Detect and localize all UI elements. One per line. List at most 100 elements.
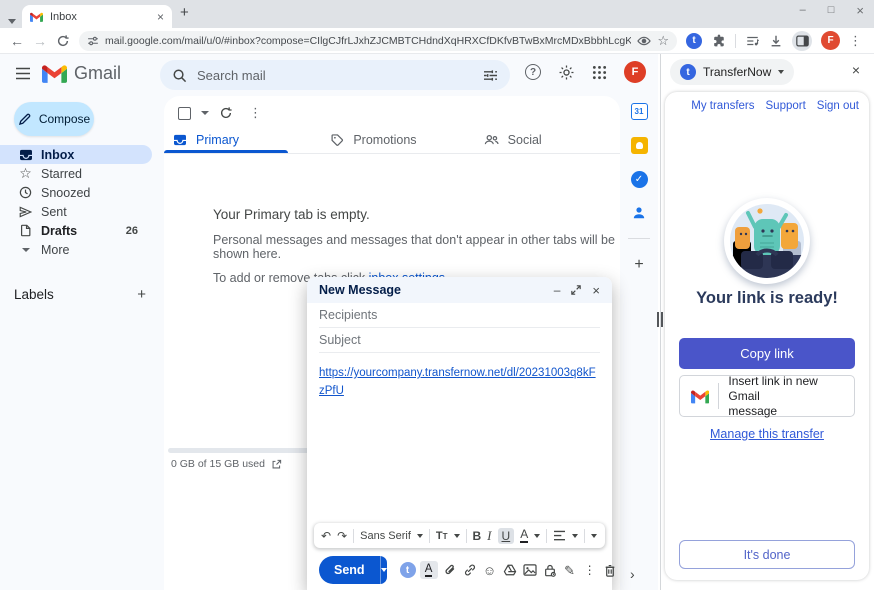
- search-options-icon[interactable]: [483, 69, 498, 82]
- preview-eye-icon[interactable]: [637, 35, 651, 47]
- panel-resize-handle[interactable]: [657, 312, 663, 327]
- compose-minimize-icon[interactable]: –: [554, 284, 561, 296]
- window-close-button[interactable]: ×: [856, 4, 864, 17]
- compose-close-icon[interactable]: ×: [592, 284, 600, 297]
- select-all-checkbox[interactable]: [178, 107, 191, 120]
- url-text[interactable]: mail.google.com/mail/u/0/#inbox?compose=…: [105, 35, 631, 47]
- browser-tab-inbox[interactable]: Inbox ×: [22, 5, 172, 28]
- extensions-puzzle-icon[interactable]: [711, 33, 726, 48]
- insert-image-icon[interactable]: [522, 564, 538, 576]
- compose-more-options-icon[interactable]: ⋮: [582, 564, 598, 576]
- compose-popout-icon[interactable]: [571, 285, 581, 295]
- italic-button[interactable]: I: [487, 528, 491, 544]
- confidential-mode-icon[interactable]: [542, 564, 558, 577]
- main-menu-icon[interactable]: [15, 67, 31, 80]
- select-dropdown-icon[interactable]: [201, 111, 209, 115]
- get-addons-button[interactable]: +: [634, 256, 643, 274]
- search-icon[interactable]: [172, 68, 187, 83]
- size-caret-icon[interactable]: [454, 534, 460, 538]
- recipients-field[interactable]: Recipients: [319, 303, 600, 328]
- sidebar-item-sent[interactable]: Sent: [0, 202, 152, 221]
- transfer-link[interactable]: https://yourcompany.transfernow.net/dl/2…: [319, 367, 596, 397]
- my-transfers-link[interactable]: My transfers: [691, 100, 754, 112]
- more-formats-caret-icon[interactable]: [591, 534, 597, 538]
- search-input[interactable]: Search mail: [197, 68, 473, 83]
- font-family-select[interactable]: Sans Serif: [360, 530, 411, 542]
- reload-button[interactable]: [56, 34, 70, 48]
- window-maximize-button[interactable]: □: [828, 5, 835, 16]
- transfernow-compose-icon[interactable]: t: [400, 562, 416, 578]
- list-more-icon[interactable]: ⋮: [249, 105, 262, 121]
- its-done-button[interactable]: It's done: [679, 540, 855, 569]
- discard-draft-trash-icon[interactable]: [602, 564, 618, 577]
- add-label-button[interactable]: +: [137, 286, 146, 303]
- compose-body[interactable]: https://yourcompany.transfernow.net/dl/2…: [307, 353, 612, 409]
- tab-primary[interactable]: Primary: [164, 126, 309, 153]
- apps-grid-icon[interactable]: [592, 65, 607, 80]
- tab-social[interactable]: Social: [475, 126, 620, 153]
- tab-search-chevron-icon[interactable]: [8, 11, 16, 29]
- gmail-account-avatar[interactable]: F: [624, 61, 646, 83]
- settings-gear-icon[interactable]: [558, 64, 575, 81]
- redo-icon[interactable]: ↷: [337, 530, 347, 542]
- signature-pen-icon[interactable]: ✎: [562, 564, 578, 577]
- copy-link-button[interactable]: Copy link: [679, 338, 855, 369]
- send-options-caret[interactable]: [380, 556, 387, 584]
- contacts-icon[interactable]: [631, 205, 647, 221]
- subject-field[interactable]: Subject: [319, 328, 600, 353]
- bookmark-star-icon[interactable]: ☆: [657, 34, 669, 47]
- align-caret-icon[interactable]: [572, 534, 578, 538]
- back-button[interactable]: ←: [10, 34, 24, 48]
- compose-button[interactable]: Compose: [14, 102, 94, 136]
- panel-app-selector[interactable]: t TransferNow: [670, 59, 794, 85]
- support-link[interactable]: Support: [766, 100, 806, 112]
- new-tab-button[interactable]: +: [180, 4, 189, 21]
- downloads-icon[interactable]: [769, 34, 783, 48]
- help-icon[interactable]: ?: [525, 64, 541, 80]
- compose-actions: Send t A ☺ ✎ ⋮: [319, 555, 604, 585]
- font-caret-icon[interactable]: [417, 534, 423, 538]
- insert-link-gmail-button[interactable]: Insert link in new Gmailmessage: [679, 375, 855, 417]
- sidebar-item-more[interactable]: More: [0, 240, 152, 259]
- panel-close-icon[interactable]: ×: [852, 63, 860, 77]
- search-bar[interactable]: Search mail: [160, 60, 510, 90]
- manage-transfer-link[interactable]: Manage this transfer: [710, 427, 824, 441]
- insert-drive-icon[interactable]: [502, 564, 518, 576]
- formatting-options-button-active[interactable]: A: [420, 561, 438, 579]
- sidebar-item-drafts[interactable]: Drafts 26: [0, 221, 152, 240]
- forward-button[interactable]: →: [33, 34, 47, 48]
- sidebar-item-starred[interactable]: ☆ Starred: [0, 164, 152, 183]
- calendar-icon[interactable]: 31: [631, 103, 648, 120]
- transfernow-extension-icon[interactable]: t: [686, 33, 702, 49]
- color-caret-icon[interactable]: [534, 534, 540, 538]
- compose-header[interactable]: New Message – ×: [307, 277, 612, 303]
- bold-button[interactable]: B: [473, 529, 482, 543]
- gmail-sidebar: Compose Inbox ☆ Starred Snoozed Sent: [0, 96, 160, 590]
- sidebar-item-inbox[interactable]: Inbox: [0, 145, 152, 164]
- undo-icon[interactable]: ↶: [321, 530, 331, 542]
- underline-button-active[interactable]: U: [498, 528, 515, 544]
- sidebar-item-snoozed[interactable]: Snoozed: [0, 183, 152, 202]
- tasks-icon[interactable]: ✓: [631, 171, 648, 188]
- external-link-icon[interactable]: [271, 459, 282, 470]
- tab-close-icon[interactable]: ×: [157, 11, 164, 23]
- media-controls-icon[interactable]: [745, 34, 760, 48]
- send-button[interactable]: Send: [319, 556, 380, 584]
- text-color-button[interactable]: A: [520, 528, 528, 543]
- window-minimize-button[interactable]: –: [800, 5, 806, 16]
- insert-emoji-icon[interactable]: ☺: [482, 564, 498, 577]
- tab-promotions[interactable]: Promotions: [321, 126, 466, 153]
- side-panel-toggle-button[interactable]: [792, 31, 812, 51]
- sign-out-link[interactable]: Sign out: [817, 100, 859, 112]
- address-bar[interactable]: mail.google.com/mail/u/0/#inbox?compose=…: [79, 31, 677, 51]
- browser-profile-avatar[interactable]: F: [821, 31, 840, 50]
- font-size-icon[interactable]: TT: [436, 530, 448, 542]
- browser-menu-icon[interactable]: ⋮: [849, 33, 862, 49]
- align-button[interactable]: [553, 530, 566, 541]
- refresh-icon[interactable]: [219, 106, 233, 120]
- collapse-panel-chevron[interactable]: ›: [630, 566, 635, 582]
- insert-link-icon[interactable]: [462, 563, 478, 577]
- keep-icon[interactable]: [631, 137, 648, 154]
- site-info-icon[interactable]: [87, 35, 99, 47]
- attach-file-icon[interactable]: [442, 563, 458, 577]
